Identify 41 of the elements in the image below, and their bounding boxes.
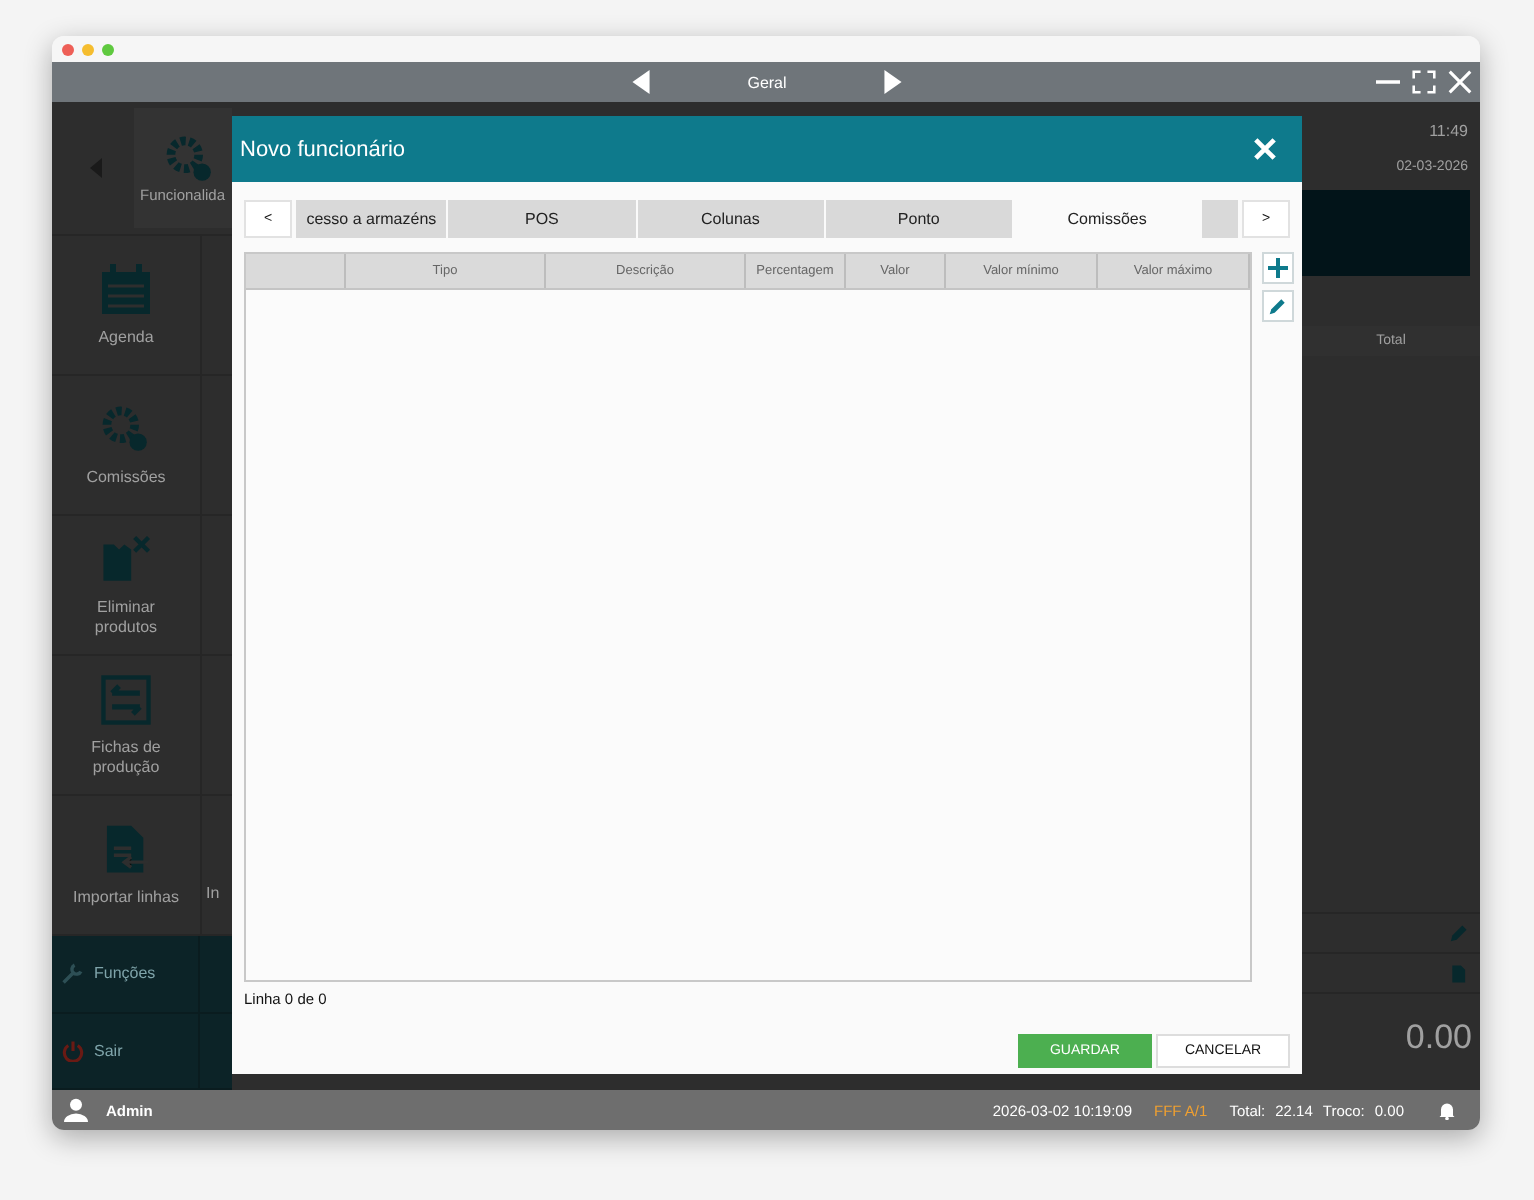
tab[interactable]: POS: [448, 200, 636, 238]
edit-button[interactable]: [1262, 290, 1294, 322]
zoom-dot[interactable]: [102, 43, 114, 55]
box-delete-icon: [100, 533, 152, 586]
tile-label: Eliminar produtos: [92, 597, 160, 638]
tab[interactable]: cesso a armazéns: [296, 200, 447, 238]
fullscreen-icon[interactable]: [1412, 70, 1436, 94]
tile-label: Importar linhas: [71, 887, 181, 908]
left-arrow-icon[interactable]: [632, 70, 650, 94]
tab[interactable]: Colunas: [637, 200, 824, 238]
right-arrow-icon[interactable]: [884, 70, 902, 94]
close-dot[interactable]: [62, 43, 74, 55]
tab[interactable]: Ponto: [825, 200, 1012, 238]
tile-label: Fichas de produção: [89, 737, 163, 778]
sidebar-tile[interactable]: Importar linhas: [52, 796, 202, 935]
minimize-dot[interactable]: [82, 43, 94, 55]
user-icon: [64, 1098, 88, 1122]
bell-icon[interactable]: [1438, 1101, 1456, 1119]
tile-label: Comissões: [84, 467, 168, 488]
calendar-icon: [100, 263, 152, 316]
sidebar-tile[interactable]: Agenda: [52, 236, 202, 375]
add-button[interactable]: [1262, 252, 1294, 284]
gears-icon: [100, 403, 152, 456]
tile-label: In: [206, 884, 220, 903]
tile-label: Agenda: [96, 327, 156, 348]
exchange-icon: [100, 673, 152, 726]
pencil-icon: [1268, 296, 1288, 316]
wrench-icon: [62, 962, 84, 985]
close-icon[interactable]: [1448, 70, 1472, 94]
action-label: Sair: [94, 1041, 123, 1060]
sidebar-tile[interactable]: Fichas de produção: [52, 656, 202, 795]
power-icon: [62, 1039, 84, 1062]
action-label: Funções: [94, 964, 156, 983]
plus-icon: [1268, 258, 1288, 278]
gears-icon: [164, 133, 216, 186]
view-title: Geral: [745, 73, 789, 91]
clock-time: 11:49: [1427, 120, 1470, 140]
sidebar-tile[interactable]: Comissões: [52, 376, 202, 515]
dialog-title: Novo funcionário: [240, 137, 408, 161]
close-icon[interactable]: [1254, 138, 1276, 160]
sidebar-tile[interactable]: Eliminar produtos: [52, 516, 202, 655]
